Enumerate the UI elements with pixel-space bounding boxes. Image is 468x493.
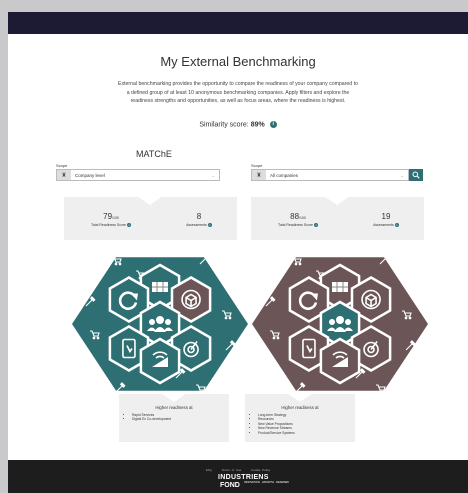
readiness-hex-cell[interactable] [319,337,361,385]
right-score-label: Total Readiness Score [277,223,314,227]
left-total-score: 79/100 Total Readiness Score i [86,212,136,228]
right-higher-heading: Higher readiness at [281,405,319,410]
left-assess-label: Assessments [186,223,207,227]
footer-logo-line2: FOND [220,482,240,489]
right-higher-list: Long-term Strategy Resources New Value P… [254,413,295,435]
right-assessments: 19 Assessments i [361,212,411,228]
similarity-value: 89% [250,121,265,129]
hexagon-diagram[interactable] [252,247,428,401]
left-margin [0,34,8,389]
right-scope-value: All companies [270,172,299,178]
box-notch [287,393,313,402]
list-item: New Revenue Streams [258,426,295,430]
info-icon[interactable]: i [269,121,277,128]
left-higher-list: Rapid Services Digital Ex Co-development [128,413,171,422]
info-icon[interactable]: i [394,223,399,228]
page-description: External benchmarking provides the oppor… [118,81,358,104]
info-icon[interactable]: i [314,223,319,228]
right-score-value: 88 [290,212,300,221]
left-score-box: 79/100 Total Readiness Score i 8 Assessme… [64,196,237,240]
readiness-hex-cell[interactable] [139,337,181,385]
chevron-down-icon: ⌄ [211,172,215,178]
similarity-score: Similarity score: 89% i [8,121,468,128]
left-score-value: 79 [103,212,113,221]
benchmark-page: My External Benchmarking External benchm… [8,34,468,460]
search-button[interactable] [409,169,423,181]
right-assess-label: Assessments [373,223,394,227]
left-higher-readiness-box: Higher readiness at Rapid Services Digit… [119,393,229,442]
box-notch [324,196,350,205]
right-score-max: /100 [299,216,306,220]
box-notch [161,393,187,402]
info-icon[interactable]: i [207,223,212,228]
search-icon [412,171,420,179]
factory-icon: ♜ [252,170,266,180]
right-higher-readiness-box: Higher readiness at Long-term Strategy R… [245,393,355,442]
left-scope-label: Scope [56,163,68,168]
footer-link-terms[interactable]: Terms of Use [222,468,242,472]
right-scope-label: Scope [251,163,263,168]
hexagon-diagram[interactable] [72,247,248,401]
footer-link-faq[interactable]: FAQ [206,468,212,472]
left-score-label: Total Readiness Score [90,223,127,227]
info-icon[interactable]: i [127,223,132,228]
right-assess-value: 19 [381,212,391,221]
building-icon [152,282,168,292]
left-readiness-hexagon[interactable] [72,247,248,401]
footer-links: FAQ Terms of Use Cookie Policy [8,468,468,472]
left-assessments: 8 Assessments i [174,212,224,228]
right-scope-select[interactable]: ♜ All companies ⌄ [251,169,409,181]
footer-logo-sub: INNOVATION · GROWTH · DENMARK [244,481,290,484]
left-scope-select[interactable]: ♜ Company level ⌄ [56,169,220,181]
page-title: My External Benchmarking [160,54,316,69]
right-readiness-hexagon[interactable] [252,247,428,401]
list-item: Product/Service Systems [258,431,295,435]
footer-logo-line1: INDUSTRIENS [218,474,269,481]
right-score-box: 88/100 Total Readiness Score i 19 Assessm… [251,196,424,240]
footer-link-cookies[interactable]: Cookie Policy [251,468,270,472]
left-higher-heading: Higher readiness at [155,405,193,410]
left-score-max: /100 [112,216,119,220]
building-icon [332,282,348,292]
list-item: Digital Ex Co-development [132,417,171,421]
company-name-heading: MATChE [136,149,172,159]
footer: FAQ Terms of Use Cookie Policy INDUSTRIE… [8,460,468,493]
left-assess-value: 8 [196,212,202,221]
factory-icon: ♜ [57,170,71,180]
top-navigation-bar [8,12,468,34]
box-notch [137,196,163,205]
right-total-score: 88/100 Total Readiness Score i [273,212,323,228]
similarity-label: Similarity score: [199,121,249,129]
chevron-down-icon: ⌄ [400,172,404,178]
left-scope-value: Company level [75,172,105,178]
